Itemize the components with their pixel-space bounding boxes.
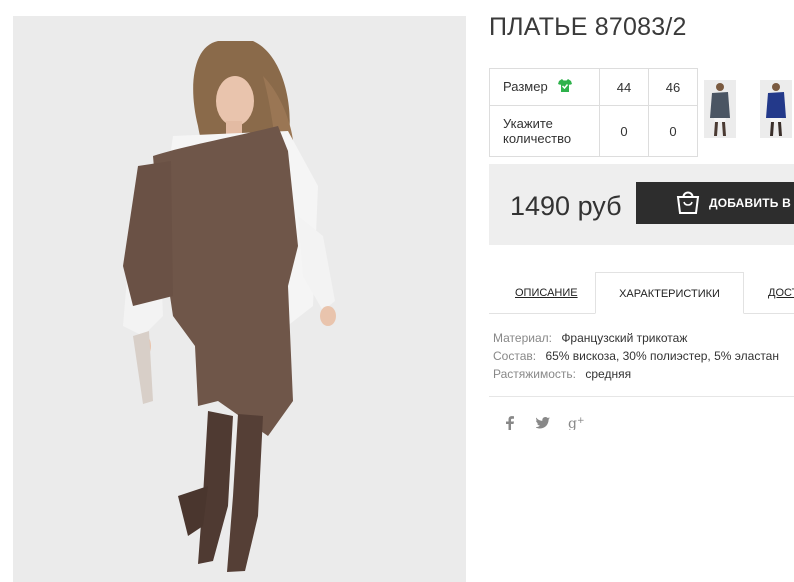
spec-stretch: Растяжимость: средняя (493, 365, 779, 383)
product-title: ПЛАТЬЕ 87083/2 (489, 13, 687, 41)
add-to-cart-button[interactable]: ДОБАВИТЬ В ЗАКАЗ (636, 182, 794, 224)
divider (489, 396, 794, 397)
gray-dress-thumbnail[interactable] (704, 80, 736, 138)
quantity-46-input[interactable]: 0 (648, 105, 698, 157)
spec-value: Французский трикотаж (561, 331, 688, 345)
quantity-label-line1: Укажите (503, 116, 553, 131)
size-row: Размер 44 46 (489, 68, 698, 106)
spec-value: средняя (585, 367, 632, 381)
spec-material: Материал: Французский трикотаж (493, 329, 779, 347)
size-label: Размер (503, 78, 548, 94)
blue-dress-thumbnail[interactable] (760, 80, 792, 138)
size-44: 44 (599, 68, 649, 106)
quantity-44-input[interactable]: 0 (599, 105, 649, 157)
spec-key: Состав: (493, 349, 537, 363)
facebook-icon[interactable] (505, 416, 515, 433)
size-label-cell: Размер (489, 68, 600, 106)
tab-delivery[interactable]: ДОСТАВКА (768, 272, 794, 313)
size-table: Размер 44 46 Укажите количество 0 0 (489, 68, 698, 157)
size-46: 46 (648, 68, 698, 106)
svg-text:g: g (568, 416, 577, 430)
spec-key: Растяжимость: (493, 367, 577, 381)
tshirt-icon[interactable] (558, 79, 573, 95)
quantity-label-line2: количество (503, 131, 572, 146)
spec-key: Материал: (493, 331, 552, 345)
tab-characteristics[interactable]: ХАРАКТЕРИСТИКИ (595, 272, 744, 314)
svg-text:+: + (577, 416, 585, 426)
product-photo (13, 16, 466, 582)
add-to-cart-label: ДОБАВИТЬ В ЗАКАЗ (709, 196, 794, 210)
price-panel: 1490 руб ДОБАВИТЬ В ЗАКАЗ (489, 164, 794, 245)
twitter-icon[interactable] (535, 416, 550, 432)
tab-description[interactable]: ОПИСАНИЕ (515, 272, 578, 313)
price: 1490 руб (510, 191, 622, 221)
product-tabs: ОПИСАНИЕ ХАРАКТЕРИСТИКИ ДОСТАВКА (489, 272, 794, 314)
spec-value: 65% вискоза, 30% полиэстер, 5% эластан (545, 349, 779, 363)
quantity-row: Укажите количество 0 0 (489, 105, 698, 157)
shopping-bag-icon (675, 189, 701, 220)
google-plus-icon[interactable]: g + (568, 416, 586, 433)
spec-composition: Состав: 65% вискоза, 30% полиэстер, 5% э… (493, 347, 779, 365)
characteristics-list: Материал: Французский трикотаж Состав: 6… (493, 329, 779, 383)
quantity-label-cell: Укажите количество (489, 105, 600, 157)
